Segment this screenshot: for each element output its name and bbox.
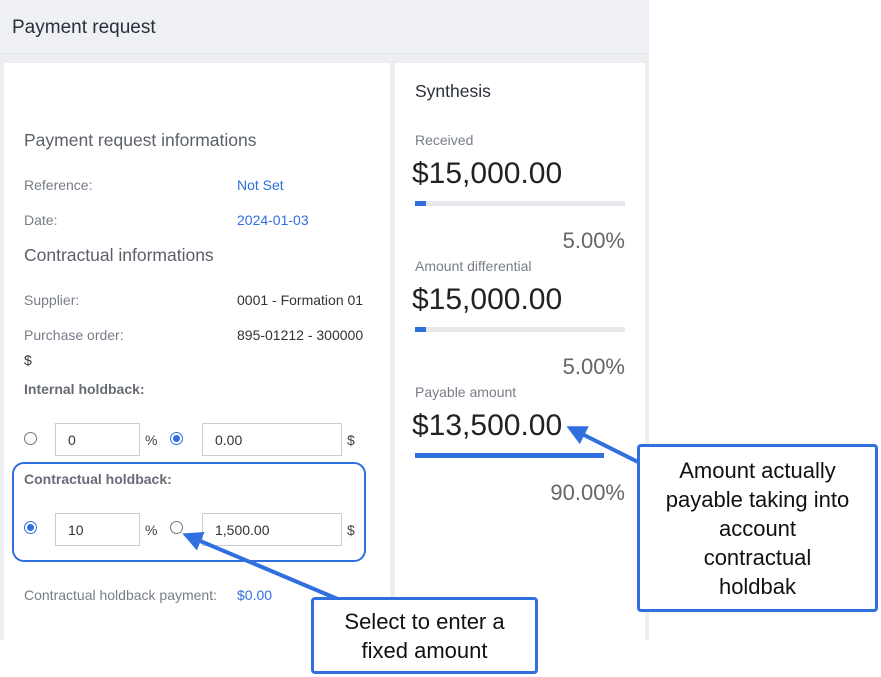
- contractual-amount-radio[interactable]: [170, 521, 183, 534]
- received-amount: $15,000.00: [412, 157, 563, 190]
- holdback-payment-value[interactable]: $0.00: [237, 587, 272, 603]
- internal-dollar-sign: $: [347, 432, 355, 448]
- internal-holdback-label: Internal holdback:: [24, 381, 145, 397]
- differential-percent: 5.00%: [562, 354, 625, 379]
- supplier-value: 0001 - Formation 01: [237, 292, 364, 308]
- purchase-order-value: 895-01212 - 300000: [237, 327, 364, 343]
- contractual-percent-sign: %: [145, 522, 158, 538]
- received-percent: 5.00%: [562, 228, 625, 253]
- payable-amount: $13,500.00: [412, 409, 563, 442]
- received-progress-fill: [415, 201, 426, 206]
- synthesis-card: [395, 63, 645, 640]
- payable-label: Payable amount: [415, 384, 517, 400]
- purchase-order-currency: $: [24, 352, 32, 368]
- contractual-holdback-label: Contractual holdback:: [24, 471, 172, 487]
- synthesis-title: Synthesis: [415, 81, 491, 101]
- differential-amount: $15,000.00: [412, 283, 563, 316]
- internal-amount-radio[interactable]: [170, 432, 183, 445]
- reference-label: Reference:: [24, 177, 93, 193]
- internal-percent-sign: %: [145, 432, 158, 448]
- payable-progress-fill: [415, 453, 604, 458]
- contractual-percent-radio[interactable]: [24, 521, 37, 534]
- contractual-info-title: Contractual informations: [24, 245, 214, 265]
- supplier-label: Supplier:: [24, 292, 80, 308]
- internal-percent-radio[interactable]: [24, 432, 37, 445]
- payable-percent: 90.00%: [550, 480, 625, 505]
- date-value[interactable]: 2024-01-03: [237, 212, 309, 228]
- differential-progress-bar: [415, 327, 625, 332]
- purchase-order-label: Purchase order:: [24, 327, 124, 343]
- page-title: Payment request: [12, 17, 156, 38]
- payable-progress-bar: [415, 453, 625, 458]
- holdback-payment-label: Contractual holdback payment:: [24, 587, 217, 603]
- payment-info-title: Payment request informations: [24, 130, 257, 150]
- date-label: Date:: [24, 212, 58, 228]
- received-label: Received: [415, 132, 474, 148]
- contractual-amount-input[interactable]: [202, 513, 342, 546]
- contractual-percent-input[interactable]: [55, 513, 140, 546]
- payable-amount-callout: Amount actually payable taking into acco…: [637, 444, 878, 612]
- fixed-amount-callout: Select to enter a fixed amount: [311, 597, 538, 674]
- contractual-dollar-sign: $: [347, 522, 355, 538]
- internal-amount-input[interactable]: [202, 423, 342, 456]
- received-progress-bar: [415, 201, 625, 206]
- differential-progress-fill: [415, 327, 426, 332]
- page-header: Payment request: [0, 0, 649, 54]
- differential-label: Amount differential: [415, 258, 532, 274]
- internal-percent-input[interactable]: [55, 423, 140, 456]
- reference-value[interactable]: Not Set: [237, 177, 284, 193]
